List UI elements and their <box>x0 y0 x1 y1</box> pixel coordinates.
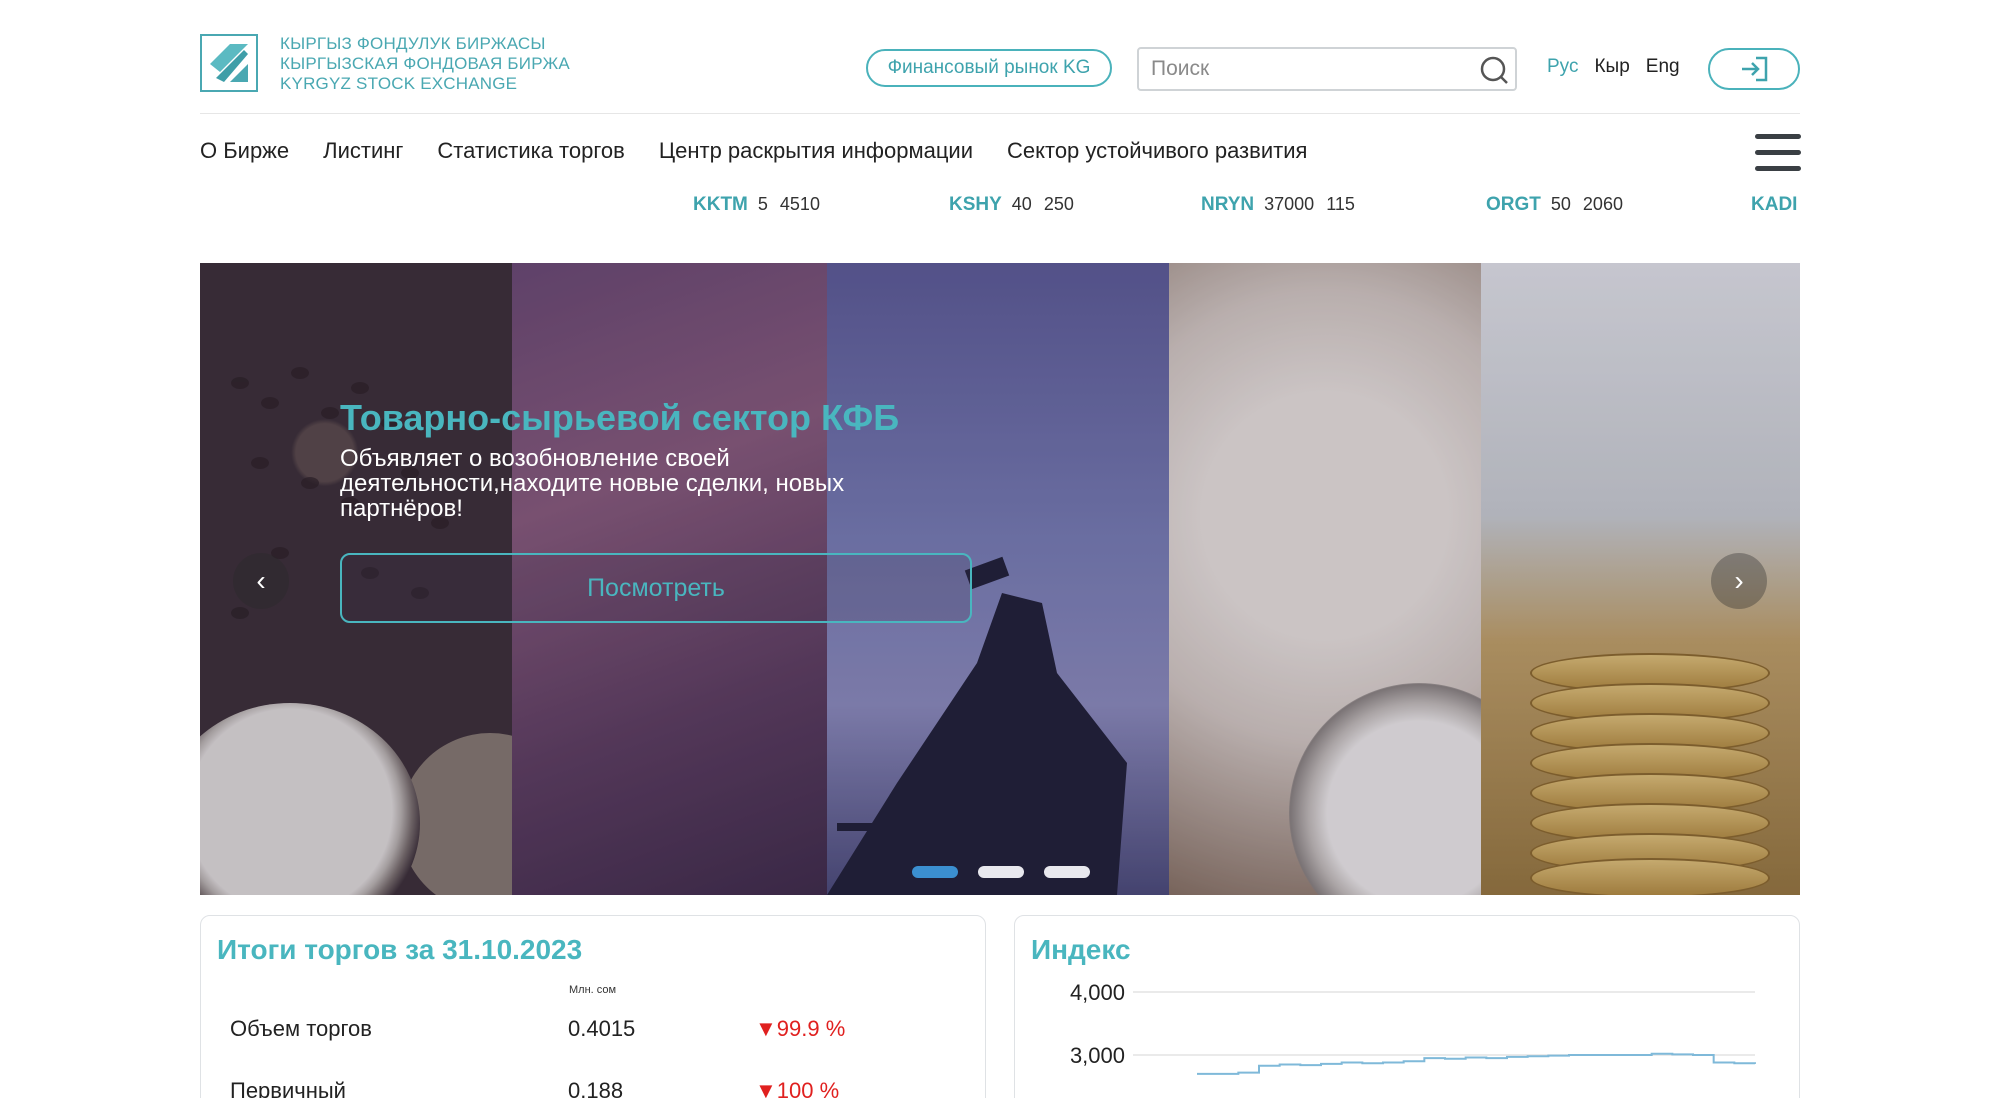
ticker-value-b: 250 <box>1043 194 1074 214</box>
ticker-value-a: 5 <box>757 194 768 214</box>
row-value: 0.188 <box>568 1078 624 1098</box>
ticker-value-a: 40 <box>1011 194 1032 214</box>
search-input[interactable] <box>1151 55 1471 83</box>
ticker-symbol: KSHY <box>949 194 1002 215</box>
nav-item-about[interactable]: О Бирже <box>200 138 289 164</box>
slide-subtitle: Объявляет о возобновление своей деятельн… <box>340 445 845 522</box>
ticker-strip: KKTM 5 4510 KSHY 40 250 NRYN 37000 115 ORGT 50 2… <box>200 190 1800 224</box>
ticker-item[interactable]: NRYN 37000 115 <box>1201 194 1355 216</box>
index-chart: 4,000 3,000 <box>1070 980 1756 1075</box>
ticker-value-b: 115 <box>1326 194 1355 214</box>
lang-ky[interactable]: Кыр <box>1594 56 1629 78</box>
ticker-value-a: 37000 <box>1264 194 1315 214</box>
lang-ru[interactable]: Рус <box>1547 56 1578 78</box>
row-change: ▼99.9 % <box>755 1016 846 1041</box>
chevron-left-icon: ‹ <box>256 565 266 596</box>
logo-icon <box>200 34 258 92</box>
slider-dot[interactable] <box>978 866 1024 878</box>
nav-item-listing[interactable]: Листинг <box>323 138 403 164</box>
logo-line-ky: КЫРГЫЗ ФОНДУЛУК БИРЖАСЫ <box>280 34 546 53</box>
site-header: КЫРГЫЗ ФОНДУЛУК БИРЖАСЫ КЫРГЫЗСКАЯ ФОНДО… <box>200 0 1800 114</box>
ticker-value-b: 4510 <box>779 194 820 214</box>
lang-en[interactable]: Eng <box>1646 56 1680 78</box>
login-button[interactable] <box>1708 48 1800 90</box>
slider-dots <box>912 866 1090 878</box>
logo[interactable]: КЫРГЫЗ ФОНДУЛУК БИРЖАСЫ КЫРГЫЗСКАЯ ФОНДО… <box>200 34 570 94</box>
slider-next-button[interactable]: › <box>1711 553 1767 609</box>
unit-label: Млн. сом <box>569 984 617 996</box>
ticker-item[interactable]: KSHY 40 250 <box>949 194 1074 216</box>
logo-line-ru: КЫРГЫЗСКАЯ ФОНДОВАЯ БИРЖА <box>280 54 570 73</box>
language-switcher: Рус Кыр Eng <box>1547 56 1680 78</box>
row-change: ▼100 % <box>755 1078 840 1098</box>
hamburger-menu-icon[interactable] <box>1755 134 1801 174</box>
trading-results-title: Итоги торгов за 31.10.2023 <box>217 934 583 965</box>
index-card: Индекс 4,000 3,000 <box>1014 915 1800 1098</box>
slider-prev-button[interactable]: ‹ <box>233 553 289 609</box>
ticker-item[interactable]: KADI <box>1751 194 1800 216</box>
index-series-line <box>1197 1052 1756 1075</box>
ticker-value-b: 2060 <box>1582 194 1623 214</box>
ticker-item[interactable]: ORGT 50 2060 <box>1486 194 1623 216</box>
ticker-symbol: NRYN <box>1201 194 1255 215</box>
row-label: Объем торгов <box>230 1016 372 1041</box>
ticker-value-a: 50 <box>1550 194 1571 214</box>
main-nav: О Бирже Листинг Статистика торгов Центр … <box>200 138 1307 164</box>
login-icon <box>1742 56 1768 82</box>
ticker-symbol: ORGT <box>1486 194 1541 215</box>
row-value: 0.4015 <box>568 1016 636 1041</box>
nav-item-sustainability[interactable]: Сектор устойчивого развития <box>1007 138 1307 164</box>
search-icon[interactable] <box>1479 55 1509 85</box>
slide-title: Товарно-сырьевой сектор КФБ <box>340 397 900 438</box>
ticker-symbol: KADI <box>1751 194 1798 215</box>
slider-dot[interactable] <box>1044 866 1090 878</box>
nav-item-disclosure[interactable]: Центр раскрытия информации <box>659 138 973 164</box>
logo-line-en: KYRGYZ STOCK EXCHANGE <box>280 74 518 93</box>
chevron-right-icon: › <box>1734 565 1744 596</box>
trading-results-card: Итоги торгов за 31.10.2023 Млн. сом Объе… <box>200 915 986 1098</box>
ticker-symbol: KKTM <box>693 194 748 215</box>
y-tick-label: 3,000 <box>1070 1043 1125 1068</box>
search-box <box>1137 47 1517 91</box>
financial-market-button[interactable]: Финансовый рынок KG <box>866 49 1112 87</box>
nav-item-trading-stats[interactable]: Статистика торгов <box>437 138 624 164</box>
slider-dot[interactable] <box>912 866 958 878</box>
y-tick-label: 4,000 <box>1070 980 1125 1005</box>
ticker-item[interactable]: KKTM 5 4510 <box>693 194 820 216</box>
row-label: Первичный <box>230 1078 346 1098</box>
slide-view-button[interactable]: Посмотреть <box>340 553 972 623</box>
